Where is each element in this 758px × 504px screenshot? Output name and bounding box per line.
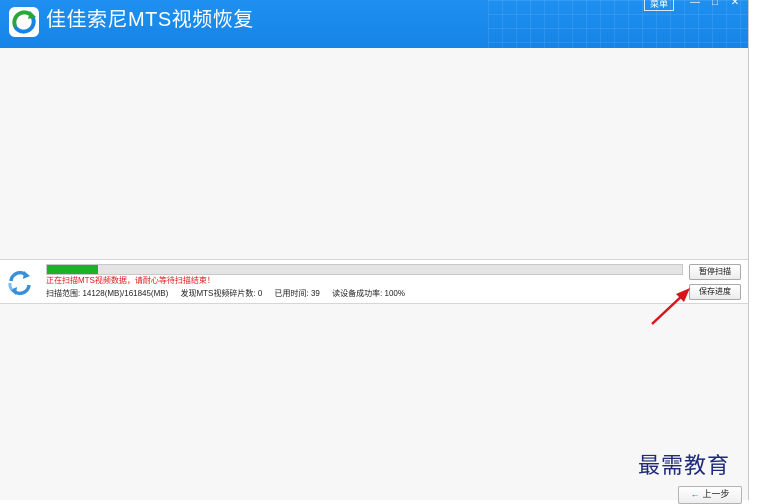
close-icon[interactable]: ✕	[728, 0, 742, 10]
scan-stats: 扫描范围: 14128(MB)/161845(MB) 发现MTS视频碎片数: 0…	[46, 289, 415, 299]
scan-progress-fill	[47, 265, 98, 274]
refresh-cycle-icon	[8, 270, 31, 296]
pause-scan-button[interactable]: 暂停扫描	[689, 264, 741, 280]
elapsed-time-text: 已用时间: 39	[274, 289, 320, 298]
app-title: 佳佳索尼MTS视频恢复	[46, 9, 254, 31]
scan-progress-bar	[46, 264, 683, 275]
scan-range-text: 扫描范围: 14128(MB)/161845(MB)	[46, 289, 169, 298]
fragments-found-text: 发现MTS视频碎片数: 0	[180, 289, 263, 298]
scan-status-message: 正在扫描MTS视频数据，请耐心等待扫描结束！	[46, 276, 215, 285]
maximize-icon[interactable]: □	[708, 0, 722, 10]
back-button[interactable]: ← 上一步	[678, 486, 742, 504]
scan-progress-panel: 正在扫描MTS视频数据，请耐心等待扫描结束！ 扫描范围: 14128(MB)/1…	[0, 259, 748, 304]
app-window: 佳佳索尼MTS视频恢复 菜单 — □ ✕ 正在扫描MTS视频数据，请耐心等待扫描…	[0, 0, 749, 504]
red-pointer-arrow-icon	[651, 288, 690, 325]
read-success-rate-text: 读设备成功率: 100%	[332, 289, 405, 298]
app-logo-icon	[9, 7, 39, 37]
back-button-label: 上一步	[702, 489, 730, 499]
arrow-left-icon: ←	[690, 489, 700, 499]
title-bar: 佳佳索尼MTS视频恢复 菜单 — □ ✕	[0, 0, 748, 48]
watermark-text: 最需教育	[638, 454, 731, 479]
minimize-icon[interactable]: —	[688, 0, 702, 10]
menu-button[interactable]: 菜单	[644, 0, 675, 11]
